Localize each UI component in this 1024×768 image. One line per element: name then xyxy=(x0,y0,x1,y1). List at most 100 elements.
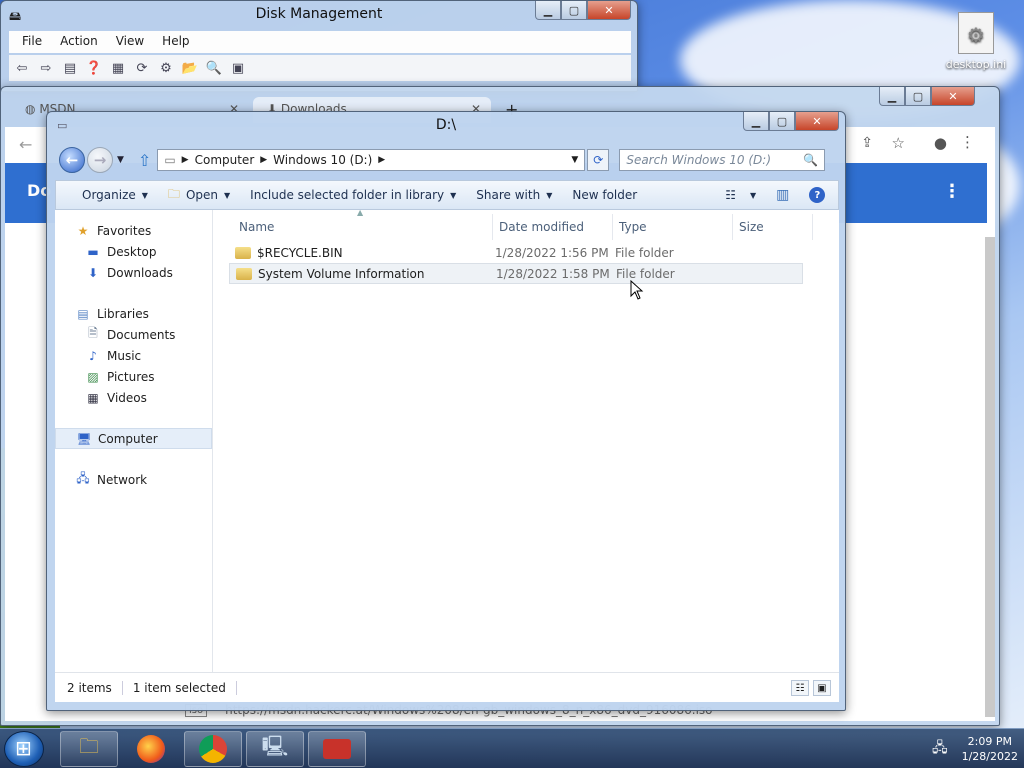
menu-view[interactable]: View xyxy=(107,31,153,53)
taskbar-explorer[interactable]: 🗀 xyxy=(60,731,118,767)
breadcrumb-computer[interactable]: Computer xyxy=(195,153,255,167)
close-button[interactable]: ✕ xyxy=(587,1,631,20)
settings-icon[interactable]: ⚙ xyxy=(157,59,175,77)
chevron-right-icon[interactable]: ▶ xyxy=(378,155,385,165)
preview-pane-button[interactable]: ▥ xyxy=(766,183,799,207)
network-icon: 🖧 xyxy=(76,471,90,485)
address-history-chevron-down-icon[interactable]: ▼ xyxy=(571,155,584,165)
caption-buttons: ▁ ▢ ✕ xyxy=(879,87,975,106)
large-icons-view-icon[interactable]: ▣ xyxy=(813,680,831,696)
forward-arrow-icon[interactable]: ⇨ xyxy=(37,59,55,77)
list-item[interactable]: $RECYCLE.BIN 1/28/2022 1:56 PM File fold… xyxy=(229,242,803,263)
nav-favorites[interactable]: ★ Favorites xyxy=(55,220,212,241)
explorer-window: ▭ D:\ ▁ ▢ ✕ ← → ▼ ⇧ ▭ ▶ Computer ▶ Windo… xyxy=(46,111,846,711)
title-bar[interactable]: ▭ D:\ ▁ ▢ ✕ xyxy=(47,112,845,140)
maximize-button[interactable]: ▢ xyxy=(561,1,587,20)
breadcrumb-drive[interactable]: Windows 10 (D:) xyxy=(273,153,372,167)
forward-button[interactable]: → xyxy=(87,147,113,173)
chevron-right-icon[interactable]: ▶ xyxy=(182,155,189,165)
scrollbar[interactable] xyxy=(985,237,995,717)
nav-label: Desktop xyxy=(107,244,157,259)
back-arrow-icon[interactable]: ⇦ xyxy=(13,59,31,77)
back-arrow-icon[interactable]: ← xyxy=(19,135,32,154)
nav-pictures[interactable]: ▨ Pictures xyxy=(55,366,212,387)
nav-desktop[interactable]: ▬ Desktop xyxy=(55,241,212,262)
file-date: 1/28/2022 1:56 PM xyxy=(495,245,609,260)
change-view-button[interactable]: ☷ ▼ xyxy=(715,184,766,206)
breadcrumb[interactable]: ▭ ▶ Computer ▶ Windows 10 (D:) ▶ ▼ xyxy=(157,149,586,171)
command-bar: Organize ▼ 🗀 Open ▼ Include selected fol… xyxy=(55,180,839,210)
refresh-icon[interactable]: ⟳ xyxy=(133,59,151,77)
star-icon[interactable]: ☆ xyxy=(892,134,905,152)
details-view-icon[interactable]: ☷ xyxy=(791,680,809,696)
taskbar-toolbox[interactable] xyxy=(308,731,366,767)
clock[interactable]: 2:09 PM 1/28/2022 xyxy=(962,734,1018,764)
selection-count: 1 item selected xyxy=(133,680,237,695)
list-item[interactable]: System Volume Information 1/28/2022 1:58… xyxy=(229,263,803,284)
open-folder-icon[interactable]: 📂 xyxy=(181,59,199,77)
menu-kebab-icon[interactable]: ⋮ xyxy=(960,133,975,151)
nav-videos[interactable]: ▦ Videos xyxy=(55,387,212,408)
maximize-button[interactable]: ▢ xyxy=(905,87,931,106)
taskbar-chrome[interactable] xyxy=(184,731,242,767)
nav-network[interactable]: 🖧 Network xyxy=(55,469,212,490)
taskbar: 🗀 🖳 🖧 2:09 PM 1/28/2022 xyxy=(0,728,1024,768)
taskbar-network-computer[interactable]: 🖳 xyxy=(246,731,304,767)
nav-music[interactable]: ♪ Music xyxy=(55,345,212,366)
column-type[interactable]: Type xyxy=(613,214,733,240)
column-date-modified[interactable]: Date modified xyxy=(493,214,613,240)
column-size[interactable]: Size xyxy=(733,214,813,240)
start-button[interactable] xyxy=(4,731,44,767)
nav-documents[interactable]: 🗎 Documents xyxy=(55,324,212,345)
refresh-icon[interactable]: ⟳ xyxy=(587,149,610,171)
menu-help[interactable]: Help xyxy=(153,31,198,53)
menu-action[interactable]: Action xyxy=(51,31,107,53)
desktop-ini-icon[interactable]: desktop.ini xyxy=(944,12,1008,71)
include-in-library-button[interactable]: Include selected folder in library ▼ xyxy=(240,184,466,206)
column-name[interactable]: Name xyxy=(233,214,493,240)
chevron-right-icon[interactable]: ▶ xyxy=(260,155,267,165)
recent-pages-chevron-down-icon[interactable]: ▼ xyxy=(117,155,124,165)
search-icon[interactable]: 🔍 xyxy=(803,153,818,167)
up-arrow-icon[interactable]: ⇧ xyxy=(138,151,151,170)
open-button[interactable]: 🗀 Open ▼ xyxy=(158,181,240,210)
taskbar-firefox[interactable] xyxy=(122,731,180,767)
nav-label: Documents xyxy=(107,327,176,342)
search-icon[interactable]: 🔍 xyxy=(205,59,223,77)
properties-icon[interactable]: ▦ xyxy=(109,59,127,77)
back-button[interactable]: ← xyxy=(59,147,85,173)
share-icon[interactable]: ⇪ xyxy=(861,135,873,151)
nav-computer[interactable]: 🖥 Computer xyxy=(55,428,212,449)
desktop-icon-label: desktop.ini xyxy=(945,58,1007,71)
menu-file[interactable]: File xyxy=(13,31,51,53)
page-menu-kebab-icon[interactable]: ⋮ xyxy=(943,181,961,202)
star-icon: ★ xyxy=(77,223,89,238)
minimize-button[interactable]: ▁ xyxy=(743,112,769,131)
caption-buttons: ▁ ▢ ✕ xyxy=(535,1,631,20)
chevron-down-icon: ▼ xyxy=(450,190,457,200)
help-icon[interactable]: ❓ xyxy=(85,59,103,77)
item-count: 2 items xyxy=(67,680,123,695)
search-input[interactable]: Search Windows 10 (D:) 🔍 xyxy=(619,149,826,171)
settings-file-icon xyxy=(958,12,994,54)
nav-libraries[interactable]: ▤ Libraries xyxy=(55,303,212,324)
minimize-button[interactable]: ▁ xyxy=(879,87,905,106)
profile-icon[interactable]: ● xyxy=(934,134,947,152)
nav-downloads[interactable]: ⬇ Downloads xyxy=(55,262,212,283)
share-with-button[interactable]: Share with ▼ xyxy=(466,184,562,206)
close-button[interactable]: ✕ xyxy=(931,87,975,106)
network-status-icon[interactable]: 🖧 xyxy=(932,737,948,761)
computer-icon: 🖥 xyxy=(76,431,92,446)
disk-icon[interactable]: ▣ xyxy=(229,59,247,77)
maximize-button[interactable]: ▢ xyxy=(769,112,795,131)
show-hide-tree-icon[interactable]: ▤ xyxy=(61,59,79,77)
close-button[interactable]: ✕ xyxy=(795,112,839,131)
help-button[interactable]: ? xyxy=(799,183,835,207)
clock-date: 1/28/2022 xyxy=(961,750,1018,763)
new-folder-button[interactable]: New folder xyxy=(562,184,647,206)
title-bar[interactable]: 🖴 Disk Management ▁ ▢ ✕ xyxy=(1,1,637,29)
minimize-button[interactable]: ▁ xyxy=(535,1,561,20)
nav-label: Computer xyxy=(98,431,158,446)
organize-button[interactable]: Organize ▼ xyxy=(72,184,158,206)
